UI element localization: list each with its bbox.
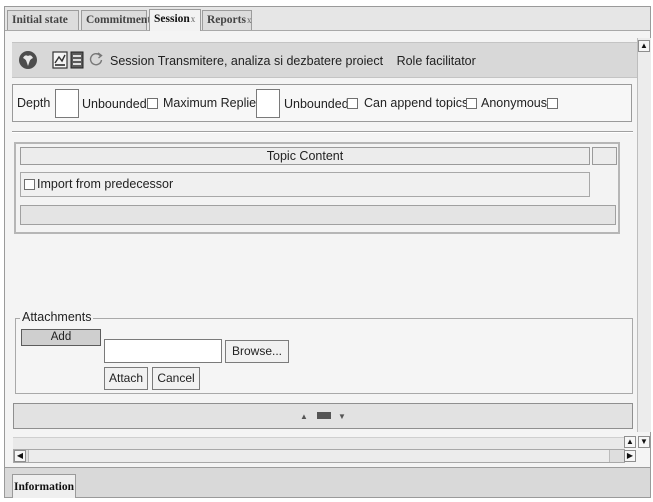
file-path-input[interactable] [104,339,222,363]
expand-down-icon[interactable]: ▼ [338,412,346,421]
close-tab-icon[interactable]: x [191,14,196,24]
tab-strip: Initial state Commitment Sessionx Report… [5,7,650,31]
scroll-right-icon[interactable]: ▶ [624,450,636,462]
scroll-up-icon[interactable]: ▲ [638,40,650,52]
max-replies-unbounded-label: Unbounded [284,97,349,111]
tab-session[interactable]: Sessionx [149,9,201,31]
import-row: Import from predecessor [20,172,590,197]
cancel-button[interactable]: Cancel [152,367,200,390]
document-icon[interactable] [70,51,84,69]
tab-commitment[interactable]: Commitment [81,10,151,30]
attach-button[interactable]: Attach [104,367,148,390]
section-divider [12,131,633,133]
tab-label: Commitment [86,14,152,26]
scroll-up-icon[interactable]: ▲ [624,436,636,448]
session-toolbar: Session Transmitere, analiza si dezbater… [12,42,638,78]
add-attachment-button[interactable]: Add [21,329,101,346]
scroll-left-icon[interactable]: ◀ [14,450,26,462]
tab-reports[interactable]: Reportsx [202,10,252,30]
tab-label: Session [154,13,190,25]
tab-label: Reports [207,14,246,26]
attachments-legend: Attachments [20,310,94,324]
browse-button[interactable]: Browse... [225,340,289,363]
splitter-handle-icon[interactable] [317,412,331,419]
tab-initial-state[interactable]: Initial state [7,10,79,30]
bottom-tab-strip [5,467,650,497]
can-append-topics-label: Can append topics [364,96,469,110]
session-parameters: Depth Unbounded Maximum Replies Unbounde… [12,84,632,122]
tab-label: Initial state [12,14,68,26]
scroll-down-icon[interactable]: ▼ [638,436,650,448]
role-value: facilitator [425,54,476,68]
depth-input[interactable] [55,89,79,118]
table-corner-cell [592,147,617,165]
tab-label: Information [13,481,75,493]
tab-information[interactable]: Information [12,474,76,498]
topic-content-header: Topic Content [20,147,590,165]
anonymous-checkbox[interactable] [547,98,558,109]
max-replies-input[interactable] [256,89,280,118]
role-label: Role [396,54,423,68]
depth-unbounded-checkbox[interactable] [147,98,158,109]
horizontal-scroll-thumb[interactable] [28,450,610,462]
can-append-topics-checkbox[interactable] [466,98,477,109]
max-replies-unbounded-checkbox[interactable] [347,98,358,109]
depth-unbounded-label: Unbounded [82,97,147,111]
expand-up-icon[interactable]: ▲ [300,412,308,421]
anonymous-label: Anonymous [481,96,548,110]
lower-content-area [13,437,625,449]
depth-label: Depth [17,96,51,110]
import-from-predecessor-label: Import from predecessor [37,177,174,191]
report-icon[interactable] [52,51,68,69]
close-tab-icon[interactable]: x [247,15,252,25]
session-name: Transmitere, analiza si dezbatere proiec… [157,54,384,68]
refresh-icon[interactable] [88,51,104,67]
import-from-predecessor-checkbox[interactable] [24,179,35,190]
session-info: Session Transmitere, analiza si dezbater… [110,54,476,68]
max-replies-label: Maximum Replies [163,96,263,110]
session-label: Session [110,54,155,68]
topic-content-row[interactable] [20,205,616,225]
vertical-scrollbar[interactable]: ▲ [637,38,651,432]
panel-splitter[interactable]: ▲ ▼ [13,403,633,429]
brain-icon[interactable] [18,50,38,70]
